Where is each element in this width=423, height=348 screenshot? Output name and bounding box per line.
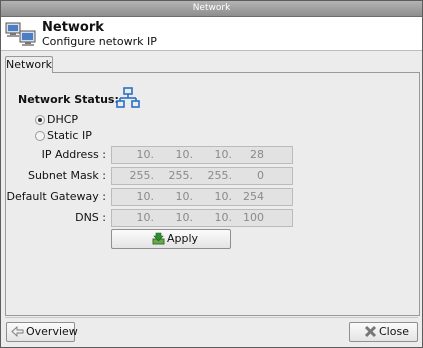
close-x-icon: [364, 325, 377, 338]
window: Network Network Configure netowrk IP Net…: [0, 0, 423, 348]
arrow-left-icon: [11, 325, 24, 338]
apply-download-icon: [152, 232, 165, 245]
subnet-octet-2: 255.: [168, 169, 194, 182]
network-status-label: Network Status:: [18, 93, 119, 106]
dns-octet-1: 10.: [136, 211, 155, 224]
tab-network[interactable]: Network: [5, 56, 53, 73]
default-gateway-field[interactable]: 10. 10. 10. 254: [111, 188, 293, 206]
close-button[interactable]: Close: [349, 322, 418, 342]
dns-octet-4: 100: [243, 211, 264, 224]
ip-address-field[interactable]: 10. 10. 10. 28: [111, 146, 293, 164]
window-titlebar: Network: [1, 1, 422, 17]
dns-field[interactable]: 10. 10. 10. 100: [111, 209, 293, 227]
gateway-octet-1: 10.: [136, 190, 155, 203]
header-title: Network: [42, 20, 104, 35]
overview-label: Overview: [26, 325, 78, 338]
dhcp-label[interactable]: DHCP: [47, 113, 78, 126]
header: Network Configure netowrk IP: [1, 17, 422, 51]
overview-button[interactable]: Overview: [6, 322, 78, 342]
apply-button[interactable]: Apply: [111, 229, 231, 249]
header-subtitle: Configure netowrk IP: [42, 35, 157, 48]
default-gateway-label: Default Gateway :: [6, 190, 106, 203]
dns-octet-2: 10.: [175, 211, 194, 224]
footer-divider: [5, 317, 418, 318]
subnet-octet-4: 0: [257, 169, 264, 182]
static-ip-radio[interactable]: [35, 131, 45, 141]
ip-octet-1: 10.: [136, 148, 155, 161]
network-topology-icon: [116, 87, 140, 108]
static-ip-label[interactable]: Static IP: [47, 129, 92, 142]
gateway-octet-4: 254: [243, 190, 264, 203]
subnet-mask-label: Subnet Mask :: [27, 169, 106, 182]
gateway-octet-2: 10.: [175, 190, 194, 203]
ip-address-label: IP Address :: [41, 148, 106, 161]
subnet-mask-field[interactable]: 255. 255. 255. 0: [111, 167, 293, 185]
apply-label: Apply: [167, 232, 199, 245]
dns-label: DNS :: [75, 211, 106, 224]
ip-octet-4: 28: [250, 148, 264, 161]
computers-network-icon: [5, 22, 36, 46]
dhcp-radio[interactable]: [35, 115, 45, 125]
close-label: Close: [379, 325, 409, 338]
subnet-octet-1: 255.: [129, 169, 155, 182]
ip-octet-2: 10.: [175, 148, 194, 161]
